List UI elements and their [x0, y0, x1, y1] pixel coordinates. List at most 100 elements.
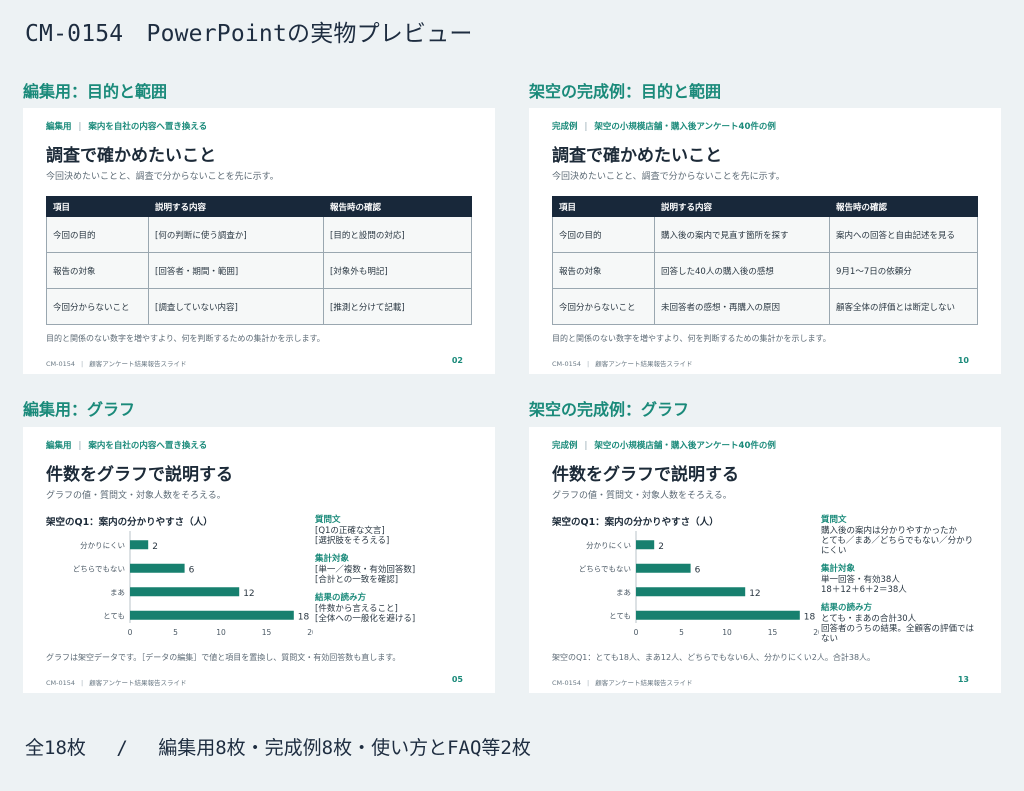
- table-row: 今回の目的 購入後の案内で見直す箇所を探す 案内への回答と自由記述を見る: [552, 216, 978, 253]
- slide-page-number: 10: [957, 356, 969, 365]
- slide-tag: 編集用 | 案内を自社の内容へ置き換える: [46, 120, 207, 132]
- footer-title: 顧客アンケート結果報告スライド: [595, 360, 693, 368]
- slide-page-number: 02: [451, 356, 463, 365]
- slide-footer: CM-0154 | 顧客アンケート結果報告スライド: [552, 677, 693, 687]
- table-cell: 案内への回答と自由記述を見る: [829, 216, 978, 253]
- info-table: 項目 説明する内容 報告時の確認 今回の目的 [何の判断に使う調査か] [目的と…: [46, 196, 472, 325]
- bar: [636, 610, 800, 620]
- side-text: 単一回答・有効38人 18＋12＋6＋2＝38人: [821, 575, 907, 595]
- category-label: どちらでもない: [73, 564, 125, 573]
- table-cell: 今回分からないこと: [552, 288, 655, 325]
- data-label: 2: [152, 542, 158, 552]
- bar: [636, 540, 655, 550]
- slide-page-number: 13: [957, 675, 969, 684]
- slide-subtitle: グラフの値・質問文・対象人数をそろえる。: [46, 491, 226, 501]
- table-row: 今回の目的 [何の判断に使う調査か] [目的と設問の対応]: [46, 216, 472, 253]
- slide-subtitle: 今回決めたいことと、調査で分からないことを先に示す。: [552, 172, 785, 182]
- side-block: 結果の読み方 とても・まあの合計30人 回答者のうちの結果。全顧客の評価では な…: [821, 601, 991, 644]
- footer-separator: |: [587, 360, 590, 368]
- table-cell: 9月1〜7日の依頼分: [829, 252, 978, 289]
- category-label: 分かりにくい: [80, 541, 125, 550]
- chart-title: 架空のQ1：案内の分かりやすさ（人）: [552, 517, 719, 528]
- slide-title: 調査で確かめたいこと: [46, 146, 216, 166]
- table-row: 報告の対象 回答した40人の購入後の感想 9月1〜7日の依頼分: [552, 252, 978, 289]
- x-tick-label: 5: [173, 628, 178, 637]
- data-label: 12: [243, 589, 254, 599]
- side-text: [Q1の正確な文言] [選択肢をそろえる]: [315, 526, 390, 546]
- x-tick-label: 20: [813, 628, 819, 637]
- slide-example-table[interactable]: 完成例 | 架空の小規模店舗・購入後アンケート40件の例 調査で確かめたいこと 今回…: [529, 108, 1001, 374]
- side-text: [件数から言えること] [全体への一般化を避ける]: [315, 604, 416, 624]
- table-cell: 今回の目的: [552, 216, 655, 253]
- tag-separator: |: [78, 122, 82, 132]
- tag-label: 編集用: [46, 441, 72, 451]
- tag-separator: |: [584, 441, 588, 451]
- footer-code: CM-0154: [46, 360, 76, 368]
- slide-note: 架空のQ1：とても18人、まあ12人、どちらでもない6人、分かりにくい2人。合計…: [552, 653, 876, 662]
- data-label: 18: [298, 612, 310, 622]
- slide-edit-chart[interactable]: 編集用 | 案内を自社の内容へ置き換える 件数をグラフで説明する グラフの値・質問文…: [23, 427, 495, 693]
- table-cell: [回答者・期間・範囲]: [148, 252, 324, 289]
- table-cell: 今回分からないこと: [46, 288, 149, 325]
- bar: [130, 587, 240, 597]
- table-cell: [何の判断に使う調査か]: [148, 216, 324, 253]
- slide-title: 件数をグラフで説明する: [552, 465, 739, 485]
- tag-label: 編集用: [46, 122, 72, 132]
- slide-edit-table[interactable]: 編集用 | 案内を自社の内容へ置き換える 調査で確かめたいこと 今回決めたいことと、…: [23, 108, 495, 374]
- chart-title: 架空のQ1：案内の分かりやすさ（人）: [46, 517, 213, 528]
- section-label-example-chart: 架空の完成例：グラフ: [529, 400, 690, 419]
- slide-title: 件数をグラフで説明する: [46, 465, 233, 485]
- x-tick-label: 20: [307, 628, 313, 637]
- side-heading: 結果の読み方: [821, 603, 873, 613]
- slide-note: 目的と関係のない数字を増やすより、何を判断するための集計かを示します。: [552, 334, 831, 343]
- slide-tag: 完成例 | 架空の小規模店舗・購入後アンケート40件の例: [552, 120, 776, 132]
- x-tick-label: 10: [722, 628, 732, 637]
- side-heading: 集計対象: [821, 564, 856, 574]
- table-cell: 購入後の案内で見直す箇所を探す: [654, 216, 830, 253]
- table-header: 項目: [46, 196, 149, 217]
- tag-separator: |: [584, 122, 588, 132]
- slide-footer: CM-0154 | 顧客アンケート結果報告スライド: [46, 358, 187, 368]
- side-block: 集計対象 単一回答・有効38人 18＋12＋6＋2＝38人: [821, 562, 991, 595]
- bar: [636, 563, 691, 573]
- x-tick-label: 5: [679, 628, 684, 637]
- side-heading: 結果の読み方: [315, 593, 367, 603]
- slide-footer: CM-0154 | 顧客アンケート結果報告スライド: [552, 358, 693, 368]
- side-block: 集計対象 [単一／複数・有効回答数] [合計との一致を確認]: [315, 552, 485, 585]
- category-label: まあ: [616, 588, 631, 597]
- slide-example-chart[interactable]: 完成例 | 架空の小規模店舗・購入後アンケート40件の例 件数をグラフで説明する グ…: [529, 427, 1001, 693]
- slide-note: 目的と関係のない数字を増やすより、何を判断するための集計かを示します。: [46, 334, 325, 343]
- side-heading: 質問文: [315, 515, 341, 525]
- table-row: 今回分からないこと [調査していない内容] [推測と分けて記載]: [46, 288, 472, 325]
- chart-side-notes: 質問文 購入後の案内は分かりやすかったか とても／まあ／どちらでもない／分かり …: [821, 513, 991, 650]
- footer-code: CM-0154: [552, 360, 582, 368]
- tag-description: 架空の小規模店舗・購入後アンケート40件の例: [594, 441, 776, 451]
- footer-code: CM-0154: [46, 679, 76, 687]
- table-header-row: 項目 説明する内容 報告時の確認: [46, 196, 472, 217]
- table-cell: 顧客全体の評価とは断定しない: [829, 288, 978, 325]
- table-header: 説明する内容: [148, 196, 324, 217]
- table-row: 今回分からないこと 未回答者の感想・再購入の原因 顧客全体の評価とは断定しない: [552, 288, 978, 325]
- side-block: 結果の読み方 [件数から言えること] [全体への一般化を避ける]: [315, 591, 485, 624]
- table-cell: [対象外も明記]: [323, 252, 472, 289]
- side-text: [単一／複数・有効回答数] [合計との一致を確認]: [315, 565, 416, 585]
- section-label-edit-scope: 編集用：目的と範囲: [23, 82, 168, 101]
- section-label-example-scope: 架空の完成例：目的と範囲: [529, 82, 722, 101]
- category-label: まあ: [110, 588, 125, 597]
- slide-subtitle: グラフの値・質問文・対象人数をそろえる。: [552, 491, 732, 501]
- page-title: CM-0154 PowerPointの実物プレビュー: [25, 21, 473, 47]
- footer-title: 顧客アンケート結果報告スライド: [89, 679, 187, 687]
- tag-description: 架空の小規模店舗・購入後アンケート40件の例: [594, 122, 776, 132]
- slide-page-number: 05: [451, 675, 463, 684]
- category-label: とても: [103, 611, 125, 620]
- footer-separator: |: [81, 679, 84, 687]
- footer-separator: |: [587, 679, 590, 687]
- table-header-row: 項目 説明する内容 報告時の確認: [552, 196, 978, 217]
- table-cell: [目的と設問の対応]: [323, 216, 472, 253]
- bar: [130, 563, 185, 573]
- bar-chart: 分かりにくい 2 どちらでもない 6 まあ 12 とても 18 0 5 10 15 20: [579, 531, 819, 637]
- side-heading: 質問文: [821, 515, 847, 525]
- tag-separator: |: [78, 441, 82, 451]
- slide-subtitle: 今回決めたいことと、調査で分からないことを先に示す。: [46, 172, 279, 182]
- chart-side-notes: 質問文 [Q1の正確な文言] [選択肢をそろえる] 集計対象 [単一／複数・有効…: [315, 513, 485, 630]
